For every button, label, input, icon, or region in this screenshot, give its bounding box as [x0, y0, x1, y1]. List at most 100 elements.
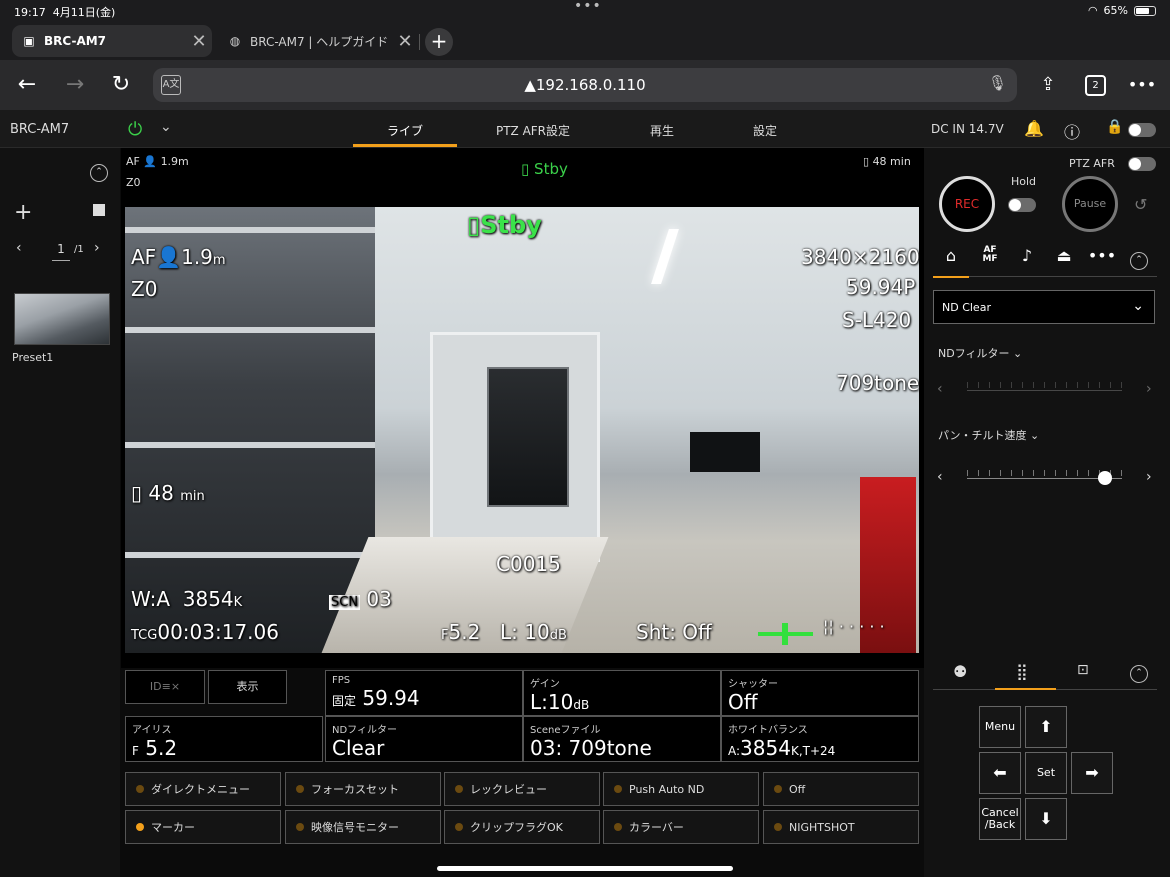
- page-current[interactable]: 1: [52, 242, 70, 261]
- tab-overview-button[interactable]: 2: [1085, 75, 1106, 96]
- assign-rec-review[interactable]: レックレビュー: [444, 772, 600, 806]
- assign-color-bar[interactable]: カラーバー: [603, 810, 759, 844]
- shutter-cell[interactable]: シャッター Off: [721, 670, 919, 716]
- assign-nightshot[interactable]: NIGHTSHOT: [763, 810, 919, 844]
- power-icon[interactable]: ⏻: [128, 119, 142, 140]
- gain-cell[interactable]: ゲイン L:10dB: [523, 670, 721, 716]
- chevron-right-icon[interactable]: ›: [1146, 469, 1152, 485]
- nd-filter-cell[interactable]: NDフィルター Clear: [325, 716, 523, 762]
- white-balance-cell[interactable]: ホワイトバランス A:3854K,T+24: [721, 716, 919, 762]
- assign-off[interactable]: Off: [763, 772, 919, 806]
- back-icon[interactable]: ←: [12, 70, 42, 100]
- share-icon[interactable]: ⇪: [1033, 70, 1063, 100]
- lock-toggle[interactable]: [1128, 123, 1156, 137]
- fps-cell[interactable]: FPS 固定 59.94: [325, 670, 523, 716]
- preset-thumbnail[interactable]: [14, 293, 110, 345]
- nd-filter-slider[interactable]: ‹ ›: [933, 378, 1155, 402]
- tab-playback[interactable]: 再生: [610, 122, 714, 139]
- chevron-right-icon[interactable]: ›: [1146, 381, 1152, 397]
- collapse-up-icon[interactable]: ⌃: [1130, 665, 1148, 683]
- page-next-icon[interactable]: ›: [94, 240, 100, 256]
- rec-button[interactable]: REC: [939, 176, 995, 232]
- overlay-look: 709tone: [836, 371, 919, 395]
- grid-icon[interactable]: ⣿: [1016, 662, 1028, 681]
- page-prev-icon[interactable]: ‹: [16, 240, 22, 256]
- reset-icon[interactable]: ↺: [1134, 195, 1147, 214]
- nd-filter-label[interactable]: NDフィルター ⌄: [938, 345, 1022, 361]
- add-preset-icon[interactable]: +: [14, 200, 32, 225]
- overlay-toggle-button[interactable]: ID≡×: [125, 670, 205, 704]
- home-icon[interactable]: ⌂: [933, 246, 969, 265]
- chevron-down-icon: ⌄: [1132, 298, 1144, 314]
- chevron-left-icon[interactable]: ‹: [937, 381, 943, 397]
- ptz-joystick-icon[interactable]: ⚉: [953, 662, 967, 681]
- more-icon[interactable]: •••: [1127, 70, 1157, 100]
- hold-toggle[interactable]: [1008, 198, 1036, 212]
- monitor-af-status: AF 👤 1.9m: [126, 155, 189, 168]
- browser-tab-active[interactable]: ▣ BRC-AM7 ✕: [12, 25, 212, 57]
- overlay-wb: W:A 3854K: [131, 587, 243, 611]
- pan-tilt-speed-label[interactable]: パン・チルト速度 ⌄: [938, 427, 1039, 443]
- tab-live[interactable]: ライブ: [353, 122, 457, 139]
- home-indicator[interactable]: [437, 866, 733, 871]
- menu-button[interactable]: Menu: [979, 706, 1021, 748]
- cancel-back-button[interactable]: Cancel /Back: [979, 798, 1021, 840]
- overlay-timecode: TCG00:03:17.06: [131, 620, 279, 644]
- tracking-icon[interactable]: ⊡: [1077, 662, 1089, 678]
- tab-settings[interactable]: 設定: [713, 122, 817, 139]
- ptz-afr-label: PTZ AFR: [1069, 157, 1115, 170]
- status-dot: [136, 785, 144, 793]
- chevron-left-icon[interactable]: ‹: [937, 469, 943, 485]
- overlay-resolution: 3840×2160: [801, 245, 919, 269]
- collapse-up-icon[interactable]: ⌃: [90, 164, 108, 182]
- bell-icon[interactable]: 🔔: [1024, 119, 1044, 138]
- microphone-icon[interactable]: 🎙: [988, 74, 1007, 92]
- close-tab-icon[interactable]: ✕: [392, 31, 418, 52]
- forward-icon[interactable]: →: [60, 70, 90, 100]
- status-dot: [455, 785, 463, 793]
- collapse-up-icon[interactable]: ⌃: [1130, 252, 1148, 270]
- af-mf-icon[interactable]: AF MF: [972, 246, 1008, 264]
- info-icon[interactable]: ⓘ: [1064, 119, 1080, 143]
- assign-focus-set[interactable]: フォーカスセット: [285, 772, 441, 806]
- new-tab-button[interactable]: +: [425, 28, 453, 56]
- assign-push-auto-nd[interactable]: Push Auto ND: [603, 772, 759, 806]
- multitask-dots-icon[interactable]: •••: [574, 0, 602, 14]
- music-note-icon[interactable]: ♪: [1009, 246, 1045, 265]
- reload-icon[interactable]: ↻: [106, 70, 136, 100]
- arrow-left-icon[interactable]: ⬅: [979, 752, 1021, 794]
- overlay-scene: SCN 03: [329, 587, 392, 611]
- display-button[interactable]: 表示: [208, 670, 287, 704]
- assign-clip-flag-ok[interactable]: クリップフラグOK: [444, 810, 600, 844]
- set-button[interactable]: Set: [1025, 752, 1067, 794]
- ptz-afr-toggle[interactable]: [1128, 157, 1156, 171]
- more-icon[interactable]: •••: [1084, 246, 1120, 265]
- camera-video-feed[interactable]: ▯Stby AF👤1.9m Z0 3840×2160 59.94P S-L420…: [125, 207, 919, 653]
- pause-button[interactable]: Pause: [1062, 176, 1118, 232]
- globe-icon: ◍: [229, 34, 241, 48]
- monitor-battery: ▯ 48 min: [863, 155, 911, 168]
- assign-direct-menu[interactable]: ダイレクトメニュー: [125, 772, 281, 806]
- arrow-down-icon[interactable]: ⬇: [1025, 798, 1067, 840]
- battery-card-icon: ▯: [863, 155, 870, 168]
- scene-file-cell[interactable]: Sceneファイル 03: 709tone: [523, 716, 721, 762]
- pan-tilt-speed-slider[interactable]: ‹ ›: [933, 466, 1155, 490]
- lock-icon[interactable]: 🔒: [1106, 119, 1123, 135]
- arrow-right-icon[interactable]: ➡: [1071, 752, 1113, 794]
- assign-video-signal-monitor[interactable]: 映像信号モニター: [285, 810, 441, 844]
- slider-knob[interactable]: [1098, 471, 1112, 485]
- status-dot: [296, 823, 304, 831]
- chevron-down-icon[interactable]: ⌄: [160, 119, 172, 135]
- address-bar[interactable]: A文 ▲192.168.0.110 🎙: [153, 68, 1017, 102]
- browser-tab-inactive[interactable]: ◍ BRC-AM7 | ヘルプガイド ✕: [218, 25, 418, 57]
- arrow-up-icon[interactable]: ⬆: [1025, 706, 1067, 748]
- page-total: /1: [74, 244, 84, 255]
- close-tab-icon[interactable]: ✕: [186, 31, 212, 52]
- assign-marker[interactable]: マーカー: [125, 810, 281, 844]
- stop-icon[interactable]: [93, 204, 105, 216]
- scene-icon[interactable]: ⏏: [1046, 246, 1082, 265]
- tab-ptz-afr-settings[interactable]: PTZ AFR設定: [481, 122, 585, 139]
- nd-dropdown[interactable]: ND Clear ⌄: [933, 290, 1155, 324]
- iris-cell[interactable]: アイリス F 5.2: [125, 716, 323, 762]
- overlay-log: S-L420: [842, 308, 912, 332]
